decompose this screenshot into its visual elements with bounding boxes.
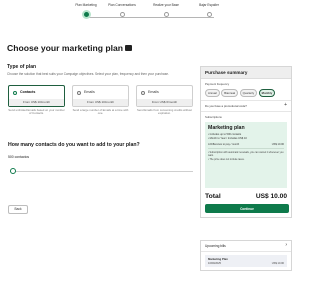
plan-description: Send a large number of Emails at a time … <box>72 108 129 116</box>
frequency-quarterly[interactable]: Quarterly <box>239 89 258 97</box>
payment-frequency-label: Payment frequency <box>205 82 230 86</box>
plan-card[interactable]: Emails From US$ 6/month <box>136 85 193 107</box>
bill-date: 10/09/2025 <box>208 262 221 265</box>
plan-config-panel: Type of plan Choose the solution that be… <box>7 64 193 174</box>
step-bajar-espalier[interactable]: Bajar Espalier <box>189 3 229 17</box>
plan-name: Contacts <box>20 90 36 94</box>
step-realize-base[interactable]: Realize your Base <box>146 3 186 17</box>
plus-icon[interactable]: + <box>284 103 287 108</box>
marketing-plan-card: Marketing plan • Includes up to 500 cont… <box>205 122 287 188</box>
radio-selected-icon[interactable] <box>13 91 17 95</box>
plan-card[interactable]: Contacts From US$ 10/month <box>8 85 65 107</box>
plan-option-credits[interactable]: Emails From US$ 6/month Send Emails from… <box>136 85 193 120</box>
chevron-right-icon[interactable]: › <box>285 242 287 248</box>
step-label: Plan Marketing <box>75 3 97 7</box>
step-dot <box>206 12 212 17</box>
plan-note: • The price does not include taxes. <box>208 158 245 162</box>
subscriptions-section: Subscriptions <box>201 112 291 119</box>
radio-icon[interactable] <box>77 91 81 95</box>
plan-type-description: Choose the solution that best suits your… <box>7 72 169 76</box>
plan-name: Emails <box>148 90 159 94</box>
plan-card-title: Marketing plan <box>208 125 245 131</box>
total-value: US$ 10.00 <box>255 193 287 200</box>
plan-card[interactable]: Emails From US$ 10/month <box>72 85 129 107</box>
step-label: Bajar Espalier <box>199 3 219 7</box>
radio-icon[interactable] <box>141 91 145 95</box>
frequency-monthly[interactable]: Monthly <box>258 89 276 97</box>
slider-track[interactable] <box>10 170 193 172</box>
payment-frequency-section: Payment frequency Annual Biannual Quarte… <box>201 79 291 101</box>
contacts-slider[interactable] <box>10 168 193 174</box>
plan-name: Emails <box>84 90 95 94</box>
plan-feature: • Includes up to 500 contacts <box>208 132 242 136</box>
plan-option-emails[interactable]: Emails From US$ 10/month Send a large nu… <box>72 85 129 120</box>
purchase-summary: Purchase summary Payment frequency Annua… <box>200 66 292 218</box>
plan-option-contacts[interactable]: Contacts From US$ 10/month Send unlimite… <box>8 85 65 120</box>
page-title-text: Choose your marketing plan <box>7 43 124 53</box>
bill-amount: US$ 10.00 <box>271 262 284 265</box>
summary-title: Purchase summary <box>201 67 291 79</box>
page-title: Choose your marketing plan <box>7 43 133 53</box>
plan-description: Send Emails from consuming credits witho… <box>136 108 193 116</box>
bill-row: 10/09/2025 US$ 10.00 <box>208 262 284 265</box>
upcoming-bills-header[interactable]: Upcoming bills › <box>201 241 291 252</box>
plan-price: From US$ 6/month <box>137 99 192 106</box>
bill-name: Marketing Plan <box>208 257 228 261</box>
promo-code-label[interactable]: Do you have a promotional code? <box>205 104 287 108</box>
step-dot-active <box>81 10 91 19</box>
cart-icon <box>125 45 133 51</box>
contacts-question: How many contacts do you want to add to … <box>8 142 140 148</box>
plan-price: From US$ 10/month <box>73 99 128 106</box>
plan-note: • Subscription with automatic renewals, … <box>208 151 284 158</box>
continue-button[interactable]: Continue <box>205 204 289 213</box>
upcoming-bills: Upcoming bills › Marketing Plan 10/09/20… <box>200 240 292 271</box>
plan-feature: • Month to Year / Includes US$ 10 <box>208 137 247 141</box>
plan-options: Contacts From US$ 10/month Send unlimite… <box>8 85 193 121</box>
step-label: Realize your Base <box>153 3 179 7</box>
step-label: Plan Conversations <box>108 3 136 7</box>
step-dot <box>163 12 169 17</box>
difference-row: A Difference to pay / month US$ 10.00 <box>208 143 284 146</box>
upcoming-bill-item: Marketing Plan 10/09/2025 US$ 10.00 <box>205 255 287 267</box>
subscriptions-label: Subscriptions <box>205 115 222 119</box>
promo-code-row[interactable]: Do you have a promotional code? + <box>201 101 291 112</box>
checkout-stepper: Plan Marketing Plan Conversations Realiz… <box>66 3 234 23</box>
step-dot <box>119 12 125 17</box>
plan-type-heading: Type of plan <box>7 64 37 70</box>
total-row: Total US$ 10.00 <box>201 188 291 202</box>
contacts-value: 500 contactos <box>8 155 30 159</box>
difference-value: US$ 10.00 <box>271 143 284 147</box>
back-button[interactable]: Back <box>8 205 28 214</box>
upcoming-bills-title: Upcoming bills <box>205 244 226 248</box>
step-plan-conversations[interactable]: Plan Conversations <box>102 3 142 17</box>
divider <box>208 148 284 150</box>
total-label: Total <box>205 193 221 200</box>
difference-label: A Difference to pay / month <box>208 143 240 147</box>
frequency-biannual[interactable]: Biannual <box>221 89 239 97</box>
step-plan-marketing[interactable]: Plan Marketing <box>66 3 106 19</box>
frequency-annual[interactable]: Annual <box>205 89 220 97</box>
plan-price: From US$ 10/month <box>9 99 64 106</box>
plan-description: Send unlimited Emails based on your numb… <box>8 108 65 116</box>
slider-thumb[interactable] <box>10 168 16 174</box>
frequency-options: Annual Biannual Quarterly Monthly <box>205 89 287 97</box>
